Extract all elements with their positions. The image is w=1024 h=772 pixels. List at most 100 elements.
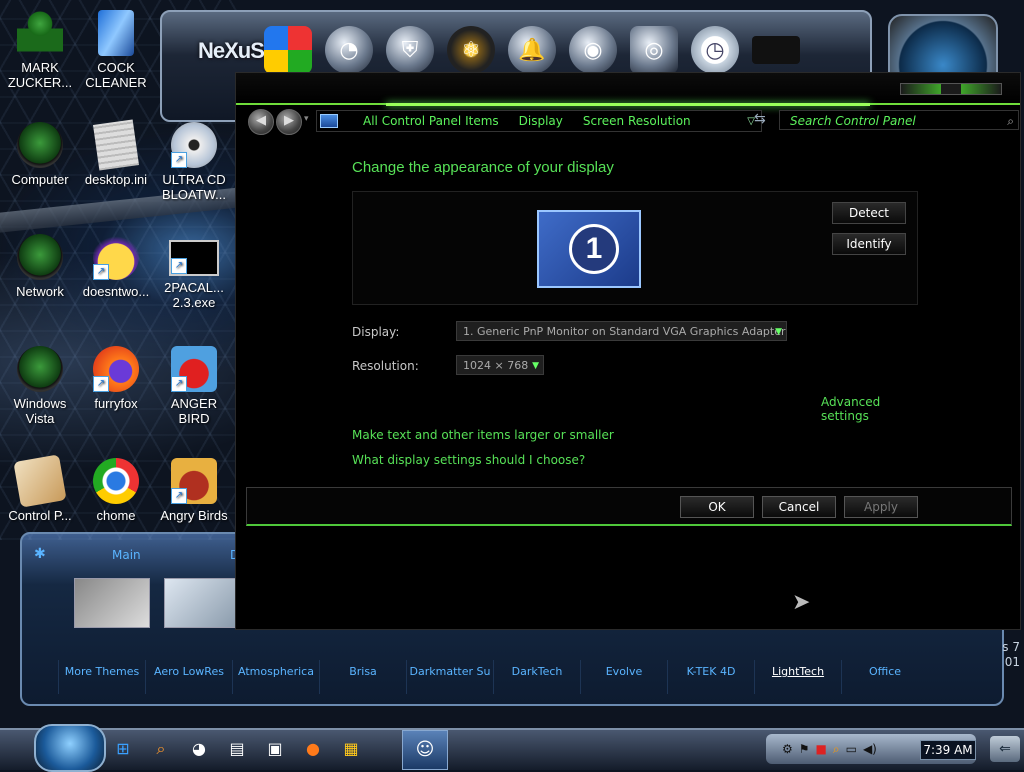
nexus-logo: NeXuS: [198, 38, 265, 63]
cancel-button[interactable]: Cancel: [762, 496, 836, 518]
tray-icons: ⚙ ⚑ ■ ⌕ ▭ ◀): [782, 742, 877, 757]
search-icon[interactable]: ⌕: [1007, 111, 1014, 131]
breadcrumb-screen-resolution[interactable]: Screen Resolution: [583, 114, 691, 128]
angry-birds-seasons-icon: ↗: [171, 458, 217, 504]
theme-item[interactable]: Brisa: [319, 660, 406, 694]
gauge-icon[interactable]: ◷: [691, 26, 739, 74]
search-input[interactable]: Search Control Panel ⌕: [779, 110, 1019, 130]
command-bar: OK Cancel Apply: [246, 487, 1012, 526]
display-help-link[interactable]: What display settings should I choose?: [352, 453, 585, 467]
book-icon[interactable]: ▤: [226, 738, 248, 760]
folder-icon[interactable]: ▦: [340, 738, 362, 760]
windows-flag-icon[interactable]: [264, 26, 312, 74]
dock-icons: ◔ ⛨ ⚛ 🔔 ◉ ◎ ◷: [264, 26, 800, 74]
atom-icon[interactable]: ⚛: [447, 26, 495, 74]
identify-button[interactable]: Identify: [832, 233, 906, 255]
windows-watermark: s 7 01: [960, 640, 1020, 670]
tab-main[interactable]: Main: [112, 548, 141, 562]
search-tray-icon[interactable]: ⌕: [833, 742, 840, 757]
desktop-icon-windows-vista[interactable]: Windows Vista: [2, 346, 78, 426]
desktop-icon-2pacal[interactable]: ↗ 2PACAL... 2.3.exe: [156, 234, 232, 310]
breadcrumb-display[interactable]: Display: [519, 114, 563, 128]
theme-item[interactable]: More Themes: [58, 660, 145, 694]
monitor-arrangement: 1 Detect Identify: [352, 191, 918, 305]
recycle-bin-icon[interactable]: [752, 36, 800, 64]
windows-start-icon[interactable]: ⊞: [112, 738, 134, 760]
desktop-icon-furryfox[interactable]: ↗ furryfox: [78, 346, 154, 411]
ok-button[interactable]: OK: [680, 496, 754, 518]
window-controls[interactable]: [900, 83, 1002, 95]
shortcut-arrow-icon: ↗: [93, 264, 109, 280]
speedometer-icon[interactable]: ◔: [325, 26, 373, 74]
network-tray-icon[interactable]: ⚙: [782, 742, 793, 757]
show-desktop-button[interactable]: ⇐: [990, 736, 1020, 762]
desktop-icon-computer[interactable]: Computer: [2, 122, 78, 187]
camera-icon[interactable]: ◎: [630, 26, 678, 74]
resolution-label: Resolution:: [352, 359, 419, 373]
desktop-icon-cock-cleaner[interactable]: COCK CLEANER: [78, 10, 154, 90]
monitor-1-icon[interactable]: 1: [537, 210, 641, 288]
forward-button[interactable]: ▶: [276, 109, 302, 135]
theme-item[interactable]: Aero LowRes: [145, 660, 232, 694]
page-title: Change the appearance of your display: [352, 159, 614, 176]
theme-item[interactable]: Atmospherica: [232, 660, 319, 694]
text-size-link[interactable]: Make text and other items larger or smal…: [352, 428, 614, 442]
desktop-icon-mark-zucker[interactable]: MARK ZUCKER...: [2, 10, 78, 90]
theme-thumb-more-themes[interactable]: [74, 578, 150, 628]
figure-icon: [17, 10, 63, 56]
advanced-settings-link[interactable]: Advanced settings: [821, 395, 918, 423]
bell-icon[interactable]: 🔔: [508, 26, 556, 74]
display-label: Display:: [352, 325, 400, 339]
shortcut-arrow-icon: ↗: [171, 376, 187, 392]
speaker-icon[interactable]: ◉: [569, 26, 617, 74]
recent-pages-chevron-icon[interactable]: ▾: [304, 114, 309, 124]
watermark-line-1: s 7: [1002, 640, 1020, 654]
apply-button[interactable]: Apply: [844, 496, 918, 518]
address-bar[interactable]: All Control Panel Items Display Screen R…: [316, 110, 762, 132]
volume-icon[interactable]: ◀): [863, 742, 877, 757]
display-select[interactable]: 1. Generic PnP Monitor on Standard VGA G…: [456, 321, 787, 341]
angry-bird-icon: ↗: [171, 346, 217, 392]
ini-file-icon: [92, 119, 140, 171]
desktop-icon-anger-bird[interactable]: ↗ ANGER BIRD: [156, 346, 232, 426]
theme-item[interactable]: Evolve: [580, 660, 667, 694]
gear-icon[interactable]: ✱: [34, 546, 46, 562]
taskbar-yahoo-messenger[interactable]: ☺: [402, 730, 448, 770]
theme-item[interactable]: DarkTech: [493, 660, 580, 694]
desktop-icon-control-panel[interactable]: Control P...: [2, 454, 78, 523]
chrome-icon[interactable]: ◕: [188, 738, 210, 760]
theme-thumbnails: [74, 578, 240, 628]
back-button[interactable]: ◀: [248, 109, 274, 135]
flag-tray-icon[interactable]: ⚑: [799, 742, 810, 757]
shortcut-arrow-icon: ↗: [93, 376, 109, 392]
resolution-select[interactable]: 1024 × 768 ▼: [456, 355, 544, 375]
navigation-bar: ◀ ▶ ▾ All Control Panel Items Display Sc…: [246, 109, 1019, 135]
control-panel-icon[interactable]: ▣: [264, 738, 286, 760]
security-tray-icon[interactable]: ■: [816, 742, 827, 757]
theme-item[interactable]: Office: [841, 660, 928, 694]
refresh-icon[interactable]: ⇆: [754, 111, 766, 127]
desktop-icon-ultra-cd[interactable]: ↗ ULTRA CD BLOATW...: [156, 122, 232, 202]
shield-wings-icon[interactable]: ⛨: [386, 26, 434, 74]
desktop-icon-network[interactable]: Network: [2, 234, 78, 299]
start-button[interactable]: [34, 724, 106, 772]
watermark-line-2: 01: [1004, 655, 1020, 669]
desktop-icon-desktop-ini[interactable]: desktop.ini: [78, 119, 154, 187]
desktop-icon-angry-birds[interactable]: ↗ Angry Birds: [156, 458, 232, 523]
search-icon[interactable]: ⌕: [150, 738, 172, 760]
theme-thumb-aero-lowres[interactable]: [164, 578, 240, 628]
detect-button[interactable]: Detect: [832, 202, 906, 224]
control-panel-icon: [13, 454, 67, 508]
firefox-icon[interactable]: ●: [302, 738, 324, 760]
theme-item[interactable]: K-TEK 4D: [667, 660, 754, 694]
monitor-tray-icon[interactable]: ▭: [846, 742, 857, 757]
cmd-exe-icon: ↗: [169, 240, 219, 276]
clock[interactable]: 7:39 AM: [920, 740, 976, 760]
theme-item[interactable]: Darkmatter Su: [406, 660, 493, 694]
display-select-value: 1. Generic PnP Monitor on Standard VGA G…: [463, 325, 786, 338]
content-area: Change the appearance of your display 1 …: [352, 159, 918, 467]
breadcrumb-all-items[interactable]: All Control Panel Items: [363, 114, 499, 128]
theme-item-active[interactable]: LightTech: [754, 660, 841, 694]
desktop-icon-doesntwo[interactable]: ↗ doesntwo...: [78, 234, 154, 299]
desktop-icon-chome[interactable]: chome: [78, 458, 154, 523]
